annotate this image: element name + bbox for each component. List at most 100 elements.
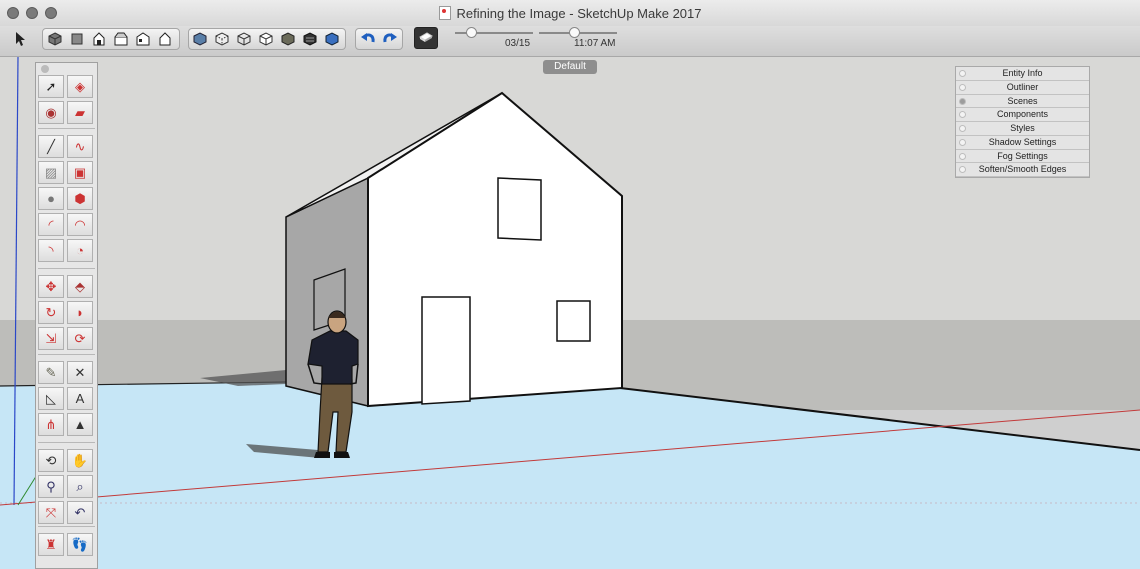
tray-item-dot [959,138,966,146]
walk-icon: 👣 [71,536,89,552]
palette-close-button[interactable] [41,65,49,73]
xray-icon[interactable] [193,32,207,46]
polygon-tool-button[interactable]: ⬢ [67,187,93,210]
walk-tool-button[interactable]: 👣 [67,533,93,556]
date-slider[interactable] [455,27,533,38]
arc-tool-button[interactable]: ◜ [38,213,64,236]
freehand-tool-button[interactable]: ∿ [67,135,93,158]
scale-tool-button[interactable]: ⇲ [38,327,64,350]
tray-item-styles[interactable]: Styles [956,122,1089,136]
text-tool-button[interactable]: A [67,387,93,410]
front-view-icon[interactable] [92,32,106,46]
undo-redo-toolbar [355,28,403,50]
tray-item-shadow-settings[interactable]: Shadow Settings [956,136,1089,150]
iso-view-icon[interactable] [48,32,62,46]
3d-text-icon: ▲ [73,417,87,432]
make-component-tool-button[interactable]: ◈ [67,75,93,98]
paint-bucket-tool-button[interactable]: ◉ [38,101,64,124]
previous-view-tool-button[interactable]: ↶ [67,501,93,524]
left-view-icon[interactable] [158,32,172,46]
eraser-tool-button[interactable]: ▰ [67,101,93,124]
palette-separator [38,268,95,269]
protractor-icon: ◺ [46,390,56,406]
tray-item-label: Shadow Settings [988,136,1057,147]
palette-separator [38,128,95,129]
line-tool-button[interactable]: ╱ [38,135,64,158]
time-label: 11:07 AM [574,38,616,49]
window-title-wrap: Refining the Image - SketchUp Make 2017 [0,6,1140,21]
tray-item-label: Scenes [1007,95,1038,106]
rectangle-icon: ▨ [44,164,58,180]
select-tool-button[interactable] [8,28,34,50]
right-view-icon[interactable] [114,32,128,46]
tray-item-components[interactable]: Components [956,108,1089,122]
zoom-tool-button[interactable]: ⚲ [38,475,64,498]
zoom-extents-icon: ⤧ [45,504,57,520]
redo-icon[interactable] [382,31,398,47]
dimension-icon: ✕ [74,364,86,380]
three-point-arc-tool-button[interactable]: ◝ [38,239,64,262]
shadows-toggle-button[interactable] [414,27,438,49]
back-edges-icon[interactable] [215,32,229,46]
date-slider-knob[interactable] [465,27,477,38]
tape-measure-tool-button[interactable]: ✎ [38,361,64,384]
side-window [556,300,591,342]
select-tool-button[interactable]: ➚ [38,75,64,98]
zoom-extents-tool-button[interactable]: ⤧ [38,501,64,524]
tray-item-outliner[interactable]: Outliner [956,81,1089,95]
window-title: Refining the Image - SketchUp Make 2017 [456,6,702,21]
wireframe-icon[interactable] [237,32,251,46]
rotate-tool-button[interactable]: ↻ [38,301,64,324]
pan-icon: ✋ [71,452,89,468]
text-icon: A [75,391,85,406]
upper-window [497,177,542,241]
position-camera-tool-button[interactable]: ♜ [38,533,64,556]
pie-tool-button[interactable]: ◔ [67,239,93,262]
two-point-arc-tool-button[interactable]: ◠ [67,213,93,236]
push-pull-tool-button[interactable]: ⬘ [67,275,93,298]
protractor-tool-button[interactable]: ◺ [38,387,64,410]
pie-icon: ◔ [76,243,84,258]
tray-item-dot [959,83,966,91]
scene-tab-default[interactable]: Default [543,60,597,74]
zoom-window-icon: ⌕ [76,478,84,494]
shaded-textures-icon[interactable] [303,32,317,46]
tray-item-label: Outliner [1006,81,1039,92]
3d-text-tool-button[interactable]: ▲ [67,413,93,436]
back-view-icon[interactable] [136,32,150,46]
shaded-icon[interactable] [281,32,295,46]
monochrome-icon[interactable] [325,32,339,46]
push-pull-icon: ⬘ [75,278,85,294]
tray-item-scenes[interactable]: Scenes [956,95,1089,109]
rotated-rectangle-tool-button[interactable]: ▣ [67,161,93,184]
axes-tool-button[interactable]: ⋔ [38,413,64,436]
move-tool-button[interactable]: ✥ [38,275,64,298]
follow-me-tool-button[interactable]: ◗ [67,301,93,324]
zoom-icon: ⚲ [46,478,56,494]
hidden-line-icon[interactable] [259,32,273,46]
time-slider[interactable] [539,27,617,38]
styles-toolbar [188,28,346,50]
tray-item-fog-settings[interactable]: Fog Settings [956,150,1089,164]
zoom-window-tool-button[interactable]: ⌕ [67,475,93,498]
axes-icon: ⋔ [45,416,57,432]
tray-item-label: Components [996,109,1049,120]
freehand-icon: ∿ [74,138,86,154]
dimension-tool-button[interactable]: ✕ [67,361,93,384]
shadows-icon [419,32,433,42]
tray-item-entity-info[interactable]: Entity Info [956,67,1089,81]
palette-separator [38,354,95,355]
orbit-tool-button[interactable]: ⟲ [38,449,64,472]
circle-tool-button[interactable]: ● [38,187,64,210]
tray-item-soften-smooth-edges[interactable]: Soften/Smooth Edges [956,163,1089,177]
arc-icon: ◜ [48,216,54,232]
offset-tool-button[interactable]: ⟳ [67,327,93,350]
undo-icon[interactable] [360,31,376,47]
orbit-icon: ⟲ [45,452,57,468]
tray-item-label: Entity Info [1002,68,1043,78]
top-view-icon[interactable] [70,32,84,46]
pan-tool-button[interactable]: ✋ [67,449,93,472]
ground-plane [0,382,1140,569]
rectangle-tool-button[interactable]: ▨ [38,161,64,184]
select-arrow-icon [16,32,25,46]
